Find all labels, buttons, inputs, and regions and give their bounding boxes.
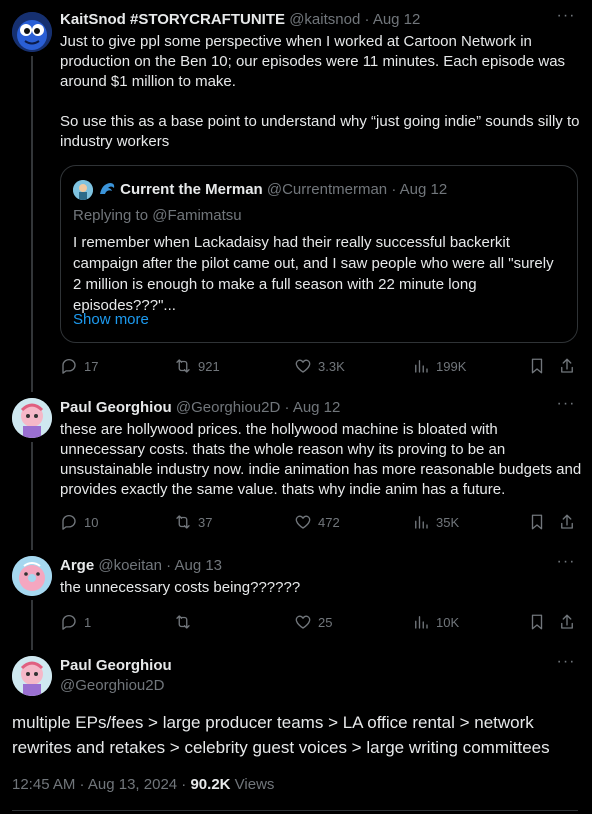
views-button[interactable]: 199K — [412, 356, 466, 376]
tweet-kaitsnod[interactable]: KaitSnod #STORYCRAFTUNITE @kaitsnod · Au… — [0, 0, 592, 392]
like-button[interactable]: 3.3K — [294, 356, 345, 376]
reply-button[interactable]: 17 — [60, 356, 98, 376]
avatar-georghiou[interactable] — [12, 398, 52, 438]
tweet-text: Just to give ppl some perspective when I… — [60, 33, 580, 150]
tweet-timestamp: 12:45 AM · Aug 13, 2024 · 90.2K Views — [12, 775, 274, 795]
pink-character-avatar-icon — [12, 398, 52, 438]
blue-creature-avatar-icon — [12, 12, 52, 52]
handle[interactable]: @Georghiou2D — [60, 676, 172, 696]
share-icon — [561, 614, 573, 629]
quote-display-name: Current the Merman — [120, 181, 263, 198]
tweet-date[interactable]: Aug 13 — [174, 557, 222, 574]
replying-to: Replying to @Famimatsu — [73, 207, 242, 224]
tweet-actions: 17 921 3.3K 199K — [60, 356, 580, 376]
display-name[interactable]: Paul Georghiou — [60, 656, 172, 676]
reply-button[interactable]: 1 — [60, 612, 91, 632]
handle[interactable]: @Georghiou2D — [176, 399, 280, 416]
divider — [12, 810, 578, 811]
tweet-header: KaitSnod #STORYCRAFTUNITE @kaitsnod · Au… — [60, 11, 421, 28]
timestamp-link[interactable]: 12:45 AM · Aug 13, 2024 · — [12, 776, 190, 793]
tweet-date[interactable]: Aug 12 — [373, 11, 421, 28]
share-button[interactable] — [558, 512, 576, 532]
quote-text: I remember when Lackadaisy had their rea… — [73, 234, 554, 314]
repost-button[interactable] — [174, 612, 198, 632]
bookmark-button[interactable] — [528, 356, 546, 376]
bookmark-button[interactable] — [528, 612, 546, 632]
more-options-icon[interactable]: ··· — [556, 8, 576, 30]
heart-icon — [295, 515, 311, 529]
tweet-header: Arge @koeitan · Aug 13 — [60, 557, 223, 574]
pink-character-avatar-icon — [12, 656, 52, 696]
avatar-kaitsnod[interactable] — [12, 12, 52, 52]
bookmark-icon — [531, 614, 543, 630]
share-button[interactable] — [558, 356, 576, 376]
heart-icon — [295, 615, 311, 629]
views-bar-chart-icon — [415, 516, 428, 529]
repost-button[interactable]: 921 — [174, 356, 220, 376]
quote-date: Aug 12 — [399, 181, 448, 198]
share-icon — [561, 514, 573, 529]
tweet-text: the unnecessary costs being?????? — [60, 579, 301, 596]
more-options-icon[interactable]: ··· — [556, 654, 576, 676]
display-name[interactable]: Arge — [60, 557, 94, 574]
tweet-date[interactable]: Aug 12 — [293, 399, 341, 416]
display-name[interactable]: KaitSnod #STORYCRAFTUNITE — [60, 11, 285, 28]
show-more-link[interactable]: Show more — [73, 310, 149, 330]
repost-icon — [176, 359, 190, 373]
tweet-actions: 1 25 10K — [60, 612, 580, 632]
avatar-currentmerman — [73, 180, 93, 200]
reply-icon — [62, 358, 76, 374]
display-name[interactable]: Paul Georghiou — [60, 399, 172, 416]
views-button[interactable]: 35K — [412, 512, 459, 532]
share-icon — [561, 358, 573, 373]
bookmark-icon — [531, 358, 543, 374]
main-tweet-text: multiple EPs/fees > large producer teams… — [12, 713, 550, 757]
views-bar-chart-icon — [415, 616, 428, 629]
quote-handle: @Currentmerman — [266, 181, 388, 198]
quoted-tweet[interactable]: Current the Merman @Currentmerman · Aug … — [60, 165, 578, 343]
views-label: Views — [230, 776, 275, 793]
repost-button[interactable]: 37 — [174, 512, 212, 532]
more-options-icon[interactable]: ··· — [556, 396, 576, 418]
handle[interactable]: @koeitan — [98, 557, 162, 574]
tweet-header: Paul Georghiou @Georghiou2D — [60, 656, 172, 696]
handle[interactable]: @kaitsnod — [289, 11, 360, 28]
like-button[interactable]: 25 — [294, 612, 332, 632]
repost-icon — [176, 615, 190, 629]
views-bar-chart-icon — [415, 360, 428, 373]
tweet-georghiou-1[interactable]: Paul Georghiou @Georghiou2D · Aug 12 ···… — [0, 392, 592, 550]
tweet-arge[interactable]: Arge @koeitan · Aug 13 ··· the unnecessa… — [0, 550, 592, 650]
tweet-actions: 10 37 472 35K — [60, 512, 580, 532]
avatar-arge[interactable] — [12, 556, 52, 596]
donut-avatar-icon — [12, 556, 52, 596]
thread-line — [31, 56, 33, 392]
like-button[interactable]: 472 — [294, 512, 340, 532]
thread-line — [31, 600, 33, 650]
bookmark-icon — [531, 514, 543, 530]
repost-icon — [176, 515, 190, 529]
avatar-georghiou[interactable] — [12, 656, 52, 696]
quote-header: Current the Merman @Currentmerman · Aug … — [99, 180, 447, 200]
thread-line — [31, 442, 33, 550]
more-options-icon[interactable]: ··· — [556, 554, 576, 576]
reply-icon — [62, 614, 76, 630]
tweet-header: Paul Georghiou @Georghiou2D · Aug 12 — [60, 399, 341, 416]
heart-icon — [295, 359, 311, 373]
bookmark-button[interactable] — [528, 512, 546, 532]
reply-button[interactable]: 10 — [60, 512, 98, 532]
merman-avatar-icon — [73, 180, 93, 200]
reply-icon — [62, 514, 76, 530]
wave-emoji-icon — [99, 180, 116, 196]
views-button[interactable]: 10K — [412, 612, 459, 632]
tweet-text: these are hollywood prices. the hollywoo… — [60, 421, 586, 498]
views-count: 90.2K — [190, 776, 231, 793]
main-tweet: Paul Georghiou @Georghiou2D ··· multiple… — [0, 650, 592, 814]
share-button[interactable] — [558, 612, 576, 632]
